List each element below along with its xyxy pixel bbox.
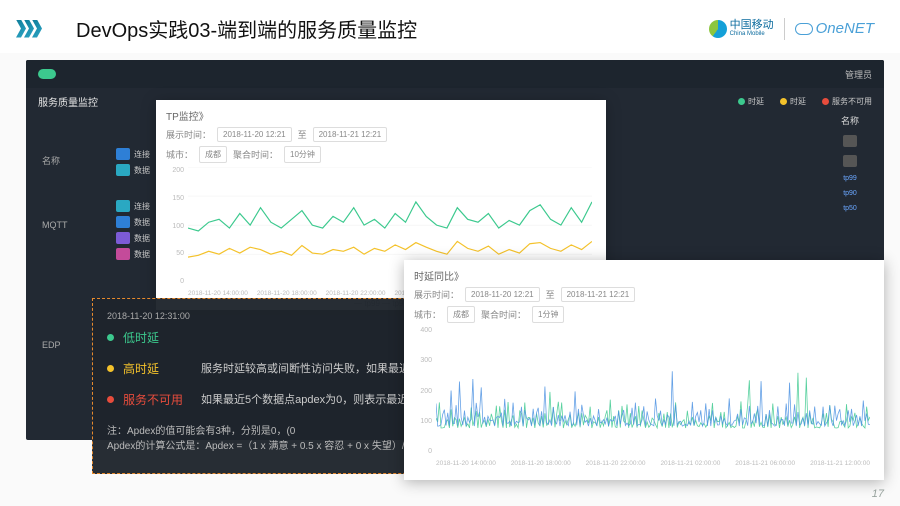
onenet-logo: OneNET	[795, 20, 874, 37]
to-label: 至	[546, 288, 555, 301]
city-input[interactable]: 成都	[447, 306, 475, 323]
right-link[interactable]: tp50	[843, 205, 857, 212]
side-group-1: MQTT	[42, 220, 68, 230]
status-down: 服务不可用	[822, 96, 872, 107]
status-legend: 时延 时延 服务不可用	[738, 96, 872, 107]
page-number: 17	[872, 488, 884, 500]
time-label: 展示时间：	[414, 288, 459, 301]
side-items-1: 连接 数据 数据 数据	[116, 200, 150, 260]
side-items-0: 连接 数据	[116, 148, 150, 176]
slide-header: DevOps实践03-端到端的服务质量监控 中国移动 China Mobile …	[0, 0, 900, 53]
city-label: 城市：	[166, 148, 193, 161]
to-label: 至	[298, 128, 307, 141]
city-label: 城市：	[414, 308, 441, 321]
date-to-input[interactable]: 2018-11-21 12:21	[561, 287, 636, 302]
date-from-input[interactable]: 2018-11-20 12:21	[217, 127, 292, 142]
side-item[interactable]: 数据	[116, 164, 150, 176]
latency-chart-svg	[436, 327, 870, 453]
admin-label[interactable]: 管理员	[845, 68, 872, 81]
logo-group: 中国移动 China Mobile OneNET	[709, 18, 874, 40]
latency-chart: 4003002001000 2018-11-20 14:00:002018-11…	[414, 327, 874, 467]
tp-panel-title: TP监控》	[166, 108, 596, 123]
status-high: 时延	[780, 96, 806, 107]
china-mobile-icon	[709, 20, 727, 38]
china-mobile-sub: China Mobile	[730, 31, 774, 37]
y-axis-2: 4003002001000	[414, 327, 432, 455]
x-axis-2: 2018-11-20 14:00:002018-11-20 18:00:0020…	[436, 460, 870, 467]
logo-divider	[784, 18, 785, 40]
side-item[interactable]: 连接	[116, 148, 150, 160]
side-item[interactable]: 数据	[116, 248, 150, 260]
status-low: 时延	[738, 96, 764, 107]
agg-input[interactable]: 10分钟	[284, 146, 321, 163]
home-icon[interactable]	[843, 135, 857, 147]
side-group-2: EDP	[42, 340, 61, 350]
right-link[interactable]: tp90	[843, 190, 857, 197]
china-mobile-text: 中国移动	[730, 19, 774, 31]
list-icon[interactable]	[843, 155, 857, 167]
side-item[interactable]: 数据	[116, 216, 150, 228]
agg-label: 聚合时间：	[481, 308, 526, 321]
y-axis: 200150100500	[166, 167, 184, 285]
city-input[interactable]: 成都	[199, 146, 227, 163]
latency-panel: 时延同比》 展示时间： 2018-11-20 12:21 至 2018-11-2…	[404, 260, 884, 480]
right-link[interactable]: tp99	[843, 175, 857, 182]
time-label: 展示时间：	[166, 128, 211, 141]
dashboard-right-col: 名称 tp99 tp90 tp50	[830, 114, 870, 212]
slide-title: DevOps实践03-端到端的服务质量监控	[76, 14, 417, 43]
arrows-icon	[16, 20, 40, 38]
breadcrumb[interactable]: 服务质量监控	[38, 94, 98, 109]
date-to-input[interactable]: 2018-11-21 12:21	[313, 127, 388, 142]
agg-label: 聚合时间：	[233, 148, 278, 161]
right-col-header: 名称	[841, 114, 859, 127]
side-item[interactable]: 数据	[116, 232, 150, 244]
onenet-text: OneNET	[816, 20, 874, 37]
date-from-input[interactable]: 2018-11-20 12:21	[465, 287, 540, 302]
side-item[interactable]: 连接	[116, 200, 150, 212]
dashboard-topbar: 管理员	[26, 60, 884, 88]
app-logo-icon	[38, 69, 56, 79]
latency-title: 时延同比》	[414, 268, 874, 283]
side-group-0: 名称	[42, 154, 60, 167]
agg-input[interactable]: 1分钟	[532, 306, 564, 323]
tp-filters: 展示时间： 2018-11-20 12:21 至 2018-11-21 12:2…	[166, 127, 596, 142]
cloud-icon	[795, 23, 813, 35]
china-mobile-logo: 中国移动 China Mobile	[709, 20, 774, 38]
